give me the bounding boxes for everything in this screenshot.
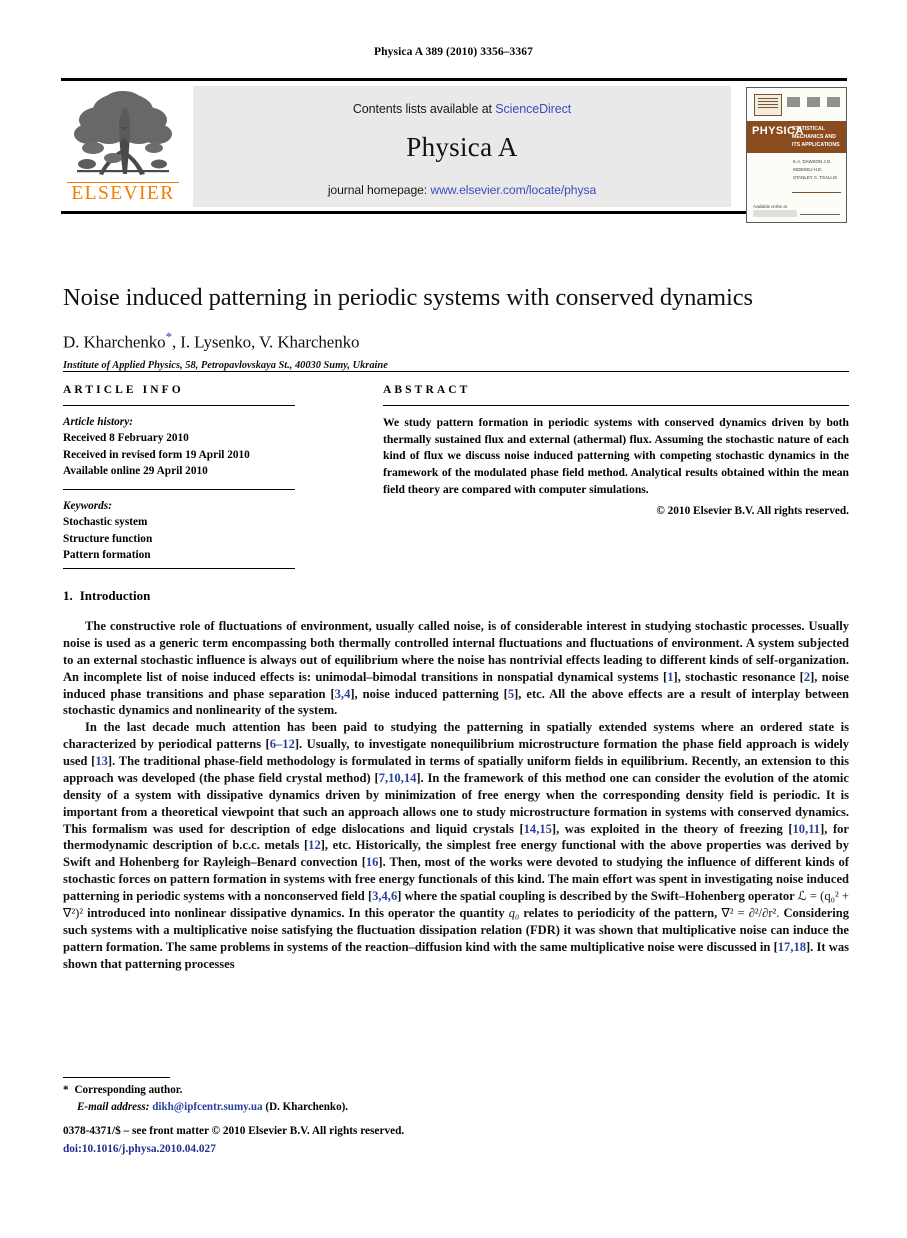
contents-available-line: Contents lists available at ScienceDirec… <box>193 86 731 116</box>
history-revised: Received in revised form 19 April 2010 <box>63 448 250 461</box>
para2-part-k: relates to periodicity of the pattern, <box>519 905 722 920</box>
masthead-bottom-rule <box>61 211 847 214</box>
abstract-rule <box>383 405 849 406</box>
citation-13[interactable]: 13 <box>95 754 108 768</box>
footnote-block: * Corresponding author. E-mail address: d… <box>63 1082 493 1115</box>
contents-prefix: Contents lists available at <box>352 102 496 116</box>
keywords-rule <box>63 489 295 491</box>
para1-part-d: ], noise induced patterning [ <box>350 686 508 701</box>
author-primary: D. Kharchenko <box>63 332 166 352</box>
formula-laplacian: ∇² = ∂²/∂r². <box>721 905 780 920</box>
article-history: Article history: Received 8 February 201… <box>63 414 295 479</box>
author-others: , I. Lysenko, V. Kharchenko <box>171 332 360 352</box>
journal-homepage-line: journal homepage: www.elsevier.com/locat… <box>193 183 731 197</box>
history-received: Received 8 February 2010 <box>63 432 189 445</box>
email-owner: (D. Kharchenko). <box>265 1100 349 1113</box>
cover-divider <box>792 192 841 193</box>
issn-line: 0378-4371/$ – see front matter © 2010 El… <box>63 1125 405 1137</box>
title-block: Noise induced patterning in periodic sys… <box>63 268 849 371</box>
running-head: Physica A 389 (2010) 3356–3367 <box>374 46 533 58</box>
article-history-label: Article history: <box>63 416 133 428</box>
body-text: The constructive role of fluctuations of… <box>63 618 849 972</box>
footnote-email-line: E-mail address: dikh@ipfcentr.sumy.ua (D… <box>63 1099 493 1116</box>
masthead-top-rule <box>61 78 847 81</box>
para2-part-e: ], was exploited in the theory of freezi… <box>551 821 793 836</box>
cover-header-lines <box>787 97 840 107</box>
citation-14-15[interactable]: 14,15 <box>524 822 552 836</box>
cover-editors: K.A. DAWSON J.O. INDEKEU H.E. STANLEY C.… <box>793 159 837 180</box>
imprint-block: 0378-4371/$ – see front matter © 2010 El… <box>63 1123 563 1158</box>
email-link[interactable]: dikh@ipfcentr.sumy.ua <box>152 1101 262 1113</box>
cover-emblem-icon <box>754 94 782 116</box>
cover-sciencedirect-logo <box>753 210 797 217</box>
paper-page: Physica A 389 (2010) 3356–3367 ELSEVIER … <box>0 0 907 1238</box>
email-label: E-mail address: <box>77 1100 150 1113</box>
paragraph-1: The constructive role of fluctuations of… <box>63 618 849 719</box>
footnote-star: * <box>63 1084 69 1096</box>
page-title: Noise induced patterning in periodic sys… <box>63 284 753 312</box>
section-title: Introduction <box>79 588 151 603</box>
journal-title: Physica A <box>406 132 518 162</box>
keyword-item: Structure function <box>63 532 153 545</box>
para1-part-b: ], stochastic resonance [ <box>673 669 804 684</box>
section-heading-introduction: 1. Introduction <box>63 588 150 604</box>
symbol-q0: q₀ <box>508 905 520 920</box>
keyword-item: Stochastic system <box>63 516 148 529</box>
journal-masthead: ELSEVIER Contents lists available at Sci… <box>61 78 847 223</box>
article-info-heading: ARTICLE INFO <box>63 384 184 396</box>
article-info-rule <box>63 405 295 406</box>
citation-17-18[interactable]: 17,18 <box>778 940 806 954</box>
citation-16[interactable]: 16 <box>366 855 379 869</box>
citation-3-4[interactable]: 3,4 <box>335 687 351 701</box>
elsevier-tree-icon <box>74 91 172 175</box>
elsevier-logo: ELSEVIER <box>61 86 185 207</box>
journal-homepage-link[interactable]: www.elsevier.com/locate/physa <box>430 183 596 197</box>
cover-subtitle: STATISTICAL MECHANICS AND ITS APPLICATIO… <box>792 126 840 148</box>
doi-link[interactable]: doi:10.1016/j.physa.2010.04.027 <box>63 1143 216 1155</box>
abstract-column: ABSTRACT We study pattern formation in p… <box>383 384 849 517</box>
article-info-column: ARTICLE INFO Article history: Received 8… <box>63 384 295 563</box>
info-section-top-rule <box>63 371 849 372</box>
journal-cover-thumbnail: PHYSICA STATISTICAL MECHANICS AND ITS AP… <box>746 87 847 223</box>
elsevier-wordmark: ELSEVIER <box>71 183 175 204</box>
section-number: 1. <box>63 588 73 603</box>
journal-band: Contents lists available at ScienceDirec… <box>193 86 731 207</box>
paragraph-2: In the last decade much attention has be… <box>63 719 849 972</box>
citation-6-12[interactable]: 6–12 <box>270 737 295 751</box>
cover-sciencedirect-caption: Available online at <box>753 204 787 209</box>
keywords-list: Keywords: Stochastic system Structure fu… <box>63 498 295 563</box>
affiliation: Institute of Applied Physics, 58, Petrop… <box>63 359 388 371</box>
keyword-item: Pattern formation <box>63 548 151 561</box>
para2-part-j: introduced into nonlinear dissipative dy… <box>83 905 509 920</box>
homepage-prefix: journal homepage: <box>327 183 431 197</box>
abstract-heading: ABSTRACT <box>383 384 471 396</box>
para2-part-i: ] where the spatial coupling is describe… <box>397 889 798 903</box>
keywords-label: Keywords: <box>63 500 112 513</box>
abstract-copyright: © 2010 Elsevier B.V. All rights reserved… <box>656 505 849 518</box>
citation-12[interactable]: 12 <box>308 838 321 852</box>
abstract-text: We study pattern formation in periodic s… <box>383 416 849 496</box>
info-section-bottom-rule <box>63 568 295 569</box>
footnote-rule <box>63 1077 170 1078</box>
footnote-corresponding-text: Corresponding author. <box>74 1084 183 1096</box>
footnote-corresponding: * Corresponding author. <box>63 1082 493 1099</box>
citation-10-11[interactable]: 10,11 <box>793 822 821 836</box>
author-list: D. Kharchenko*, I. Lysenko, V. Kharchenk… <box>63 329 849 353</box>
history-online: Available online 29 April 2010 <box>63 464 208 477</box>
sciencedirect-link[interactable]: ScienceDirect <box>495 102 571 116</box>
cover-bottom-rule <box>800 214 840 215</box>
citation-7-10-14[interactable]: 7,10,14 <box>379 771 417 785</box>
citation-3-4-6[interactable]: 3,4,6 <box>372 889 397 903</box>
